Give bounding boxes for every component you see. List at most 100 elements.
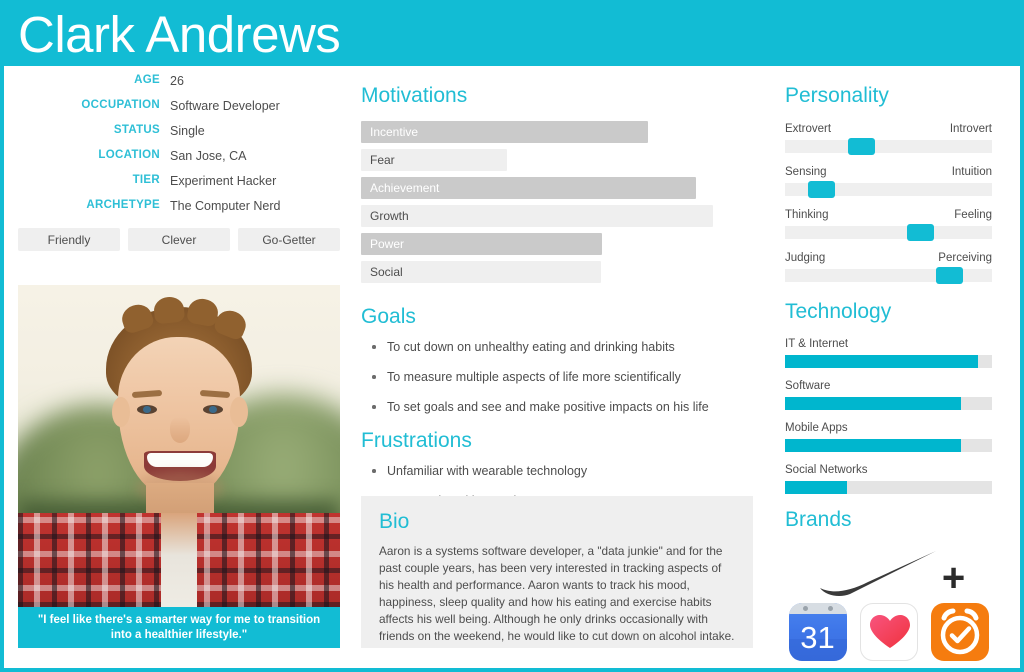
photo-eye-right bbox=[203, 405, 223, 414]
trait-tag-friendly[interactable]: Friendly bbox=[18, 228, 120, 251]
technology-chart: IT & Internet Software Mobile Apps Socia… bbox=[785, 337, 992, 494]
technology-row-social-networks: Social Networks bbox=[785, 463, 992, 494]
brands-panel: + 31 bbox=[785, 543, 992, 661]
alarm-clock-glyph bbox=[940, 608, 979, 655]
attribute-value: San Jose, CA bbox=[170, 149, 247, 163]
main-content: Motivations Incentive Fear Achievement G… bbox=[361, 84, 753, 553]
calendar-ring bbox=[802, 606, 808, 611]
page-title: Clark Andrews bbox=[18, 6, 341, 63]
personality-row-judging-perceiving: Judging Perceiving bbox=[785, 251, 992, 284]
motivation-bar-incentive: Incentive bbox=[361, 121, 648, 143]
motivation-row: Growth bbox=[361, 205, 753, 227]
heart-icon bbox=[869, 615, 910, 648]
motivation-bar-power: Power bbox=[361, 233, 602, 255]
personality-row-thinking-feeling: Thinking Feeling bbox=[785, 208, 992, 241]
nike-swoosh-icon bbox=[819, 551, 936, 596]
personality-heading: Personality bbox=[785, 84, 889, 107]
photo-ear-left bbox=[112, 397, 130, 427]
technology-bar-track bbox=[785, 481, 992, 494]
calendar-ring bbox=[827, 606, 833, 611]
personality-label-left: Sensing bbox=[785, 166, 827, 178]
personality-label-right: Introvert bbox=[949, 123, 992, 135]
trait-tag-row: Friendly Clever Go-Getter bbox=[18, 228, 340, 251]
photo-shirt-collar bbox=[161, 513, 197, 607]
technology-bar-fill bbox=[785, 397, 961, 410]
personality-slider-thumb[interactable] bbox=[808, 181, 836, 198]
calendar-top-bar bbox=[788, 603, 847, 614]
attribute-value: 26 bbox=[170, 74, 184, 88]
motivation-row: Fear bbox=[361, 149, 753, 171]
trait-tag-go-getter[interactable]: Go-Getter bbox=[238, 228, 340, 251]
personality-label-right: Perceiving bbox=[938, 252, 992, 264]
list-item: To measure multiple aspects of life more… bbox=[361, 369, 753, 385]
persona-quote: "I feel like there's a smarter way for m… bbox=[18, 607, 340, 648]
personality-slider-thumb[interactable] bbox=[936, 267, 964, 284]
motivations-heading: Motivations bbox=[361, 84, 468, 107]
card-header: Clark Andrews bbox=[4, 4, 1020, 66]
personality-slider-track[interactable] bbox=[785, 181, 992, 198]
motivation-bar-growth: Growth bbox=[361, 205, 713, 227]
personality-label-left: Judging bbox=[785, 252, 826, 264]
personality-label-left: Thinking bbox=[785, 209, 829, 221]
personality-row-extrovert-introvert: Extrovert Introvert bbox=[785, 122, 992, 155]
technology-bar-fill bbox=[785, 439, 961, 452]
technology-label: Social Networks bbox=[785, 464, 868, 476]
attribute-table: AGE 26 OCCUPATION Software Developer STA… bbox=[18, 74, 340, 224]
technology-label: IT & Internet bbox=[785, 338, 849, 350]
technology-bar-fill bbox=[785, 481, 848, 494]
personality-slider-thumb[interactable] bbox=[907, 224, 935, 241]
persona-photo bbox=[18, 285, 340, 607]
photo-eye-left bbox=[137, 405, 157, 414]
photo-teeth bbox=[147, 453, 213, 467]
table-row: OCCUPATION Software Developer bbox=[18, 99, 340, 124]
attribute-label: TIER bbox=[132, 174, 160, 186]
motivation-bar-social: Social bbox=[361, 261, 601, 283]
sidebar: Personality Extrovert Introvert Sensing … bbox=[785, 84, 992, 661]
list-item: To cut down on unhealthy eating and drin… bbox=[361, 339, 753, 355]
table-row: ARCHETYPE The Computer Nerd bbox=[18, 199, 340, 224]
brands-heading: Brands bbox=[785, 508, 852, 531]
technology-bar-track bbox=[785, 355, 992, 368]
persona-photo-block: "I feel like there's a smarter way for m… bbox=[18, 285, 340, 648]
nike-plus-symbol: + bbox=[941, 556, 966, 600]
personality-label-left: Extrovert bbox=[785, 123, 832, 135]
table-row: STATUS Single bbox=[18, 124, 340, 149]
attribute-label: ARCHETYPE bbox=[86, 199, 160, 211]
attribute-label: LOCATION bbox=[98, 149, 160, 161]
technology-row-mobile-apps: Mobile Apps bbox=[785, 421, 992, 452]
motivation-row: Incentive bbox=[361, 121, 753, 143]
attribute-label: OCCUPATION bbox=[81, 99, 160, 111]
technology-row-software: Software bbox=[785, 379, 992, 410]
alarm-clock-icon[interactable] bbox=[930, 603, 989, 661]
photo-ear-right bbox=[230, 397, 248, 427]
attribute-value: The Computer Nerd bbox=[170, 199, 281, 213]
personality-slider-track[interactable] bbox=[785, 138, 992, 155]
personality-label-right: Intuition bbox=[951, 166, 992, 178]
personality-row-sensing-intuition: Sensing Intuition bbox=[785, 165, 992, 198]
apple-health-icon[interactable] bbox=[859, 603, 918, 661]
photo-nose bbox=[170, 417, 190, 443]
nike-plus-logo: + bbox=[785, 543, 992, 601]
attribute-value: Single bbox=[170, 124, 205, 138]
calendar-day-number: 31 bbox=[800, 620, 835, 655]
technology-bar-fill bbox=[785, 355, 978, 368]
profile-panel: AGE 26 OCCUPATION Software Developer STA… bbox=[18, 74, 340, 251]
technology-row-it-internet: IT & Internet bbox=[785, 337, 992, 368]
motivation-bar-fear: Fear bbox=[361, 149, 507, 171]
personality-slider-track[interactable] bbox=[785, 267, 992, 284]
personality-slider-track[interactable] bbox=[785, 224, 992, 241]
motivation-row: Power bbox=[361, 233, 753, 255]
bio-panel: Bio Aaron is a systems software develope… bbox=[361, 496, 753, 648]
bio-heading: Bio bbox=[379, 510, 410, 533]
personality-slider-thumb[interactable] bbox=[848, 138, 875, 155]
technology-bar-track bbox=[785, 397, 992, 410]
personality-chart: Extrovert Introvert Sensing Intuition Th… bbox=[785, 122, 992, 284]
google-calendar-icon[interactable]: 31 bbox=[788, 603, 847, 661]
bio-text: Aaron is a systems software developer, a… bbox=[379, 544, 735, 643]
technology-bar-track bbox=[785, 439, 992, 452]
table-row: LOCATION San Jose, CA bbox=[18, 149, 340, 174]
table-row: TIER Experiment Hacker bbox=[18, 174, 340, 199]
trait-tag-clever[interactable]: Clever bbox=[128, 228, 230, 251]
list-item: Unfamiliar with wearable technology bbox=[361, 463, 753, 479]
personality-label-right: Feeling bbox=[954, 209, 992, 221]
